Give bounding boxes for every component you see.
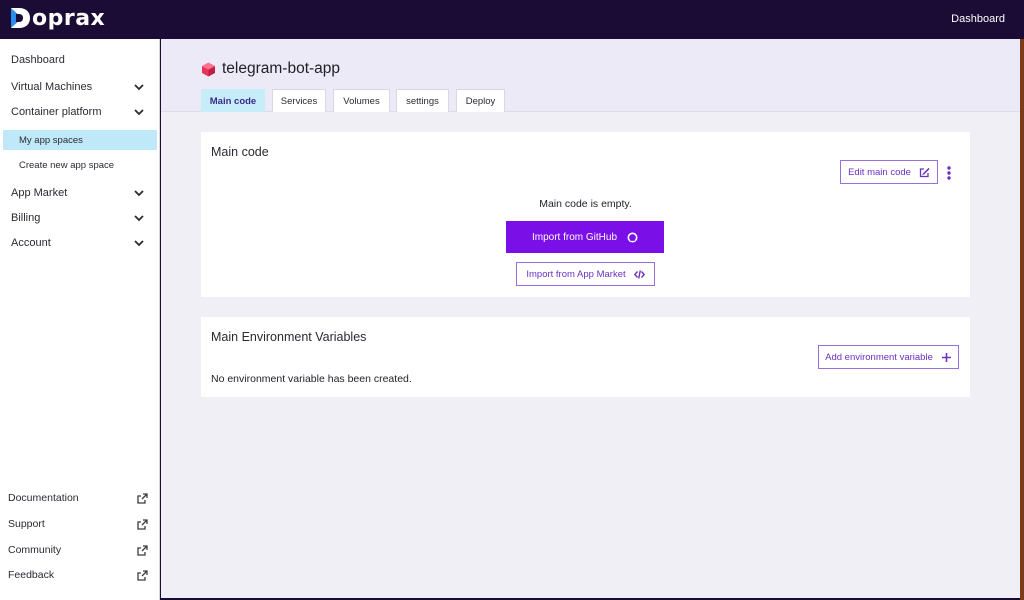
sidebar-item-billing[interactable]: Billing xyxy=(11,208,145,228)
button-label: Add environment variable xyxy=(825,351,933,363)
add-environment-variable-button[interactable]: Add environment variable xyxy=(818,345,959,369)
sidebar: Dashboard Virtual Machines Container pla… xyxy=(0,39,160,600)
sidebar-item-account[interactable]: Account xyxy=(11,233,145,253)
sidebar-item-app-market[interactable]: App Market xyxy=(11,183,145,203)
page-title: telegram-bot-app xyxy=(201,60,340,78)
sidebar-link-support[interactable]: Support xyxy=(8,516,148,532)
tab-deploy[interactable]: Deploy xyxy=(456,89,505,112)
button-label: Edit main code xyxy=(848,166,911,178)
edit-icon xyxy=(919,167,930,177)
sidebar-subitem-label: My app spaces xyxy=(19,134,83,146)
button-label: Import from GitHub xyxy=(531,231,618,243)
chevron-down-icon xyxy=(134,190,144,197)
tab-label: Deploy xyxy=(465,95,496,107)
sidebar-link-documentation[interactable]: Documentation xyxy=(8,490,148,506)
logo-mark-icon xyxy=(11,8,30,28)
import-from-github-button[interactable]: Import from GitHub xyxy=(506,221,664,253)
env-variables-title: Main Environment Variables xyxy=(211,330,367,344)
import-from-app-market-button[interactable]: Import from App Market xyxy=(516,262,655,286)
sidebar-subitem-my-app-spaces[interactable]: My app spaces xyxy=(3,130,157,150)
external-link-icon xyxy=(137,569,148,581)
logo-text: oprax xyxy=(32,5,106,31)
sidebar-link-label: Support xyxy=(8,518,45,530)
sidebar-link-feedback[interactable]: Feedback xyxy=(8,567,148,583)
chevron-down-icon xyxy=(134,240,144,247)
button-label: Import from App Market xyxy=(526,268,626,280)
chevron-down-icon xyxy=(134,84,144,91)
sidebar-item-label: Account xyxy=(11,237,51,249)
top-dashboard-link[interactable]: Dashboard xyxy=(951,13,1005,25)
more-options-icon[interactable] xyxy=(946,165,952,181)
tab-main-code[interactable]: Main code xyxy=(201,89,265,112)
tab-label: Volumes xyxy=(343,95,380,107)
tab-services[interactable]: Services xyxy=(272,89,326,112)
sidebar-item-virtual-machines[interactable]: Virtual Machines xyxy=(11,77,145,97)
tab-label: Main code xyxy=(209,95,257,107)
main-content: telegram-bot-app Main code Services Volu… xyxy=(161,39,1020,598)
sidebar-link-label: Documentation xyxy=(8,492,79,504)
sidebar-item-label: Billing xyxy=(11,212,41,224)
sidebar-subitem-label: Create new app space xyxy=(19,159,115,171)
main-code-card: Main code Edit main code Main code is em… xyxy=(201,132,970,297)
sidebar-item-label: App Market xyxy=(11,187,68,199)
chevron-down-icon xyxy=(134,109,144,116)
sidebar-item-label: Virtual Machines xyxy=(11,81,93,93)
edit-main-code-button[interactable]: Edit main code xyxy=(840,160,938,184)
tab-volumes[interactable]: Volumes xyxy=(333,89,390,112)
plus-icon xyxy=(941,352,951,362)
sidebar-subitem-create-app-space[interactable]: Create new app space xyxy=(3,155,157,175)
cube-icon xyxy=(202,62,215,76)
code-icon xyxy=(633,269,645,279)
sidebar-item-label: Dashboard xyxy=(11,54,65,66)
chevron-down-icon xyxy=(134,215,144,222)
sidebar-link-label: Community xyxy=(8,544,62,556)
sidebar-link-community[interactable]: Community xyxy=(8,542,148,558)
top-bar: oprax Dashboard xyxy=(0,0,1024,39)
app-title-text: telegram-bot-app xyxy=(222,60,341,77)
env-variables-card: Main Environment Variables Add environme… xyxy=(201,317,970,397)
tab-label: Services xyxy=(280,95,318,107)
app-header: telegram-bot-app Main code Services Volu… xyxy=(161,39,1020,112)
github-icon xyxy=(627,232,638,242)
env-empty-message: No environment variable has been created… xyxy=(211,373,412,385)
sidebar-item-label: Container platform xyxy=(11,106,102,118)
sidebar-item-container-platform[interactable]: Container platform xyxy=(11,102,145,122)
main-code-empty-message: Main code is empty. xyxy=(539,198,632,210)
doprax-logo[interactable]: oprax xyxy=(9,5,105,31)
external-link-icon xyxy=(137,518,148,530)
window-edge xyxy=(1020,39,1024,600)
tab-label: settings xyxy=(406,95,439,107)
sidebar-item-dashboard[interactable]: Dashboard xyxy=(11,50,145,70)
external-link-icon xyxy=(137,492,148,504)
external-link-icon xyxy=(137,544,148,556)
tab-settings[interactable]: settings xyxy=(396,89,449,112)
sidebar-link-label: Feedback xyxy=(8,569,55,581)
main-code-title: Main code xyxy=(211,145,269,159)
